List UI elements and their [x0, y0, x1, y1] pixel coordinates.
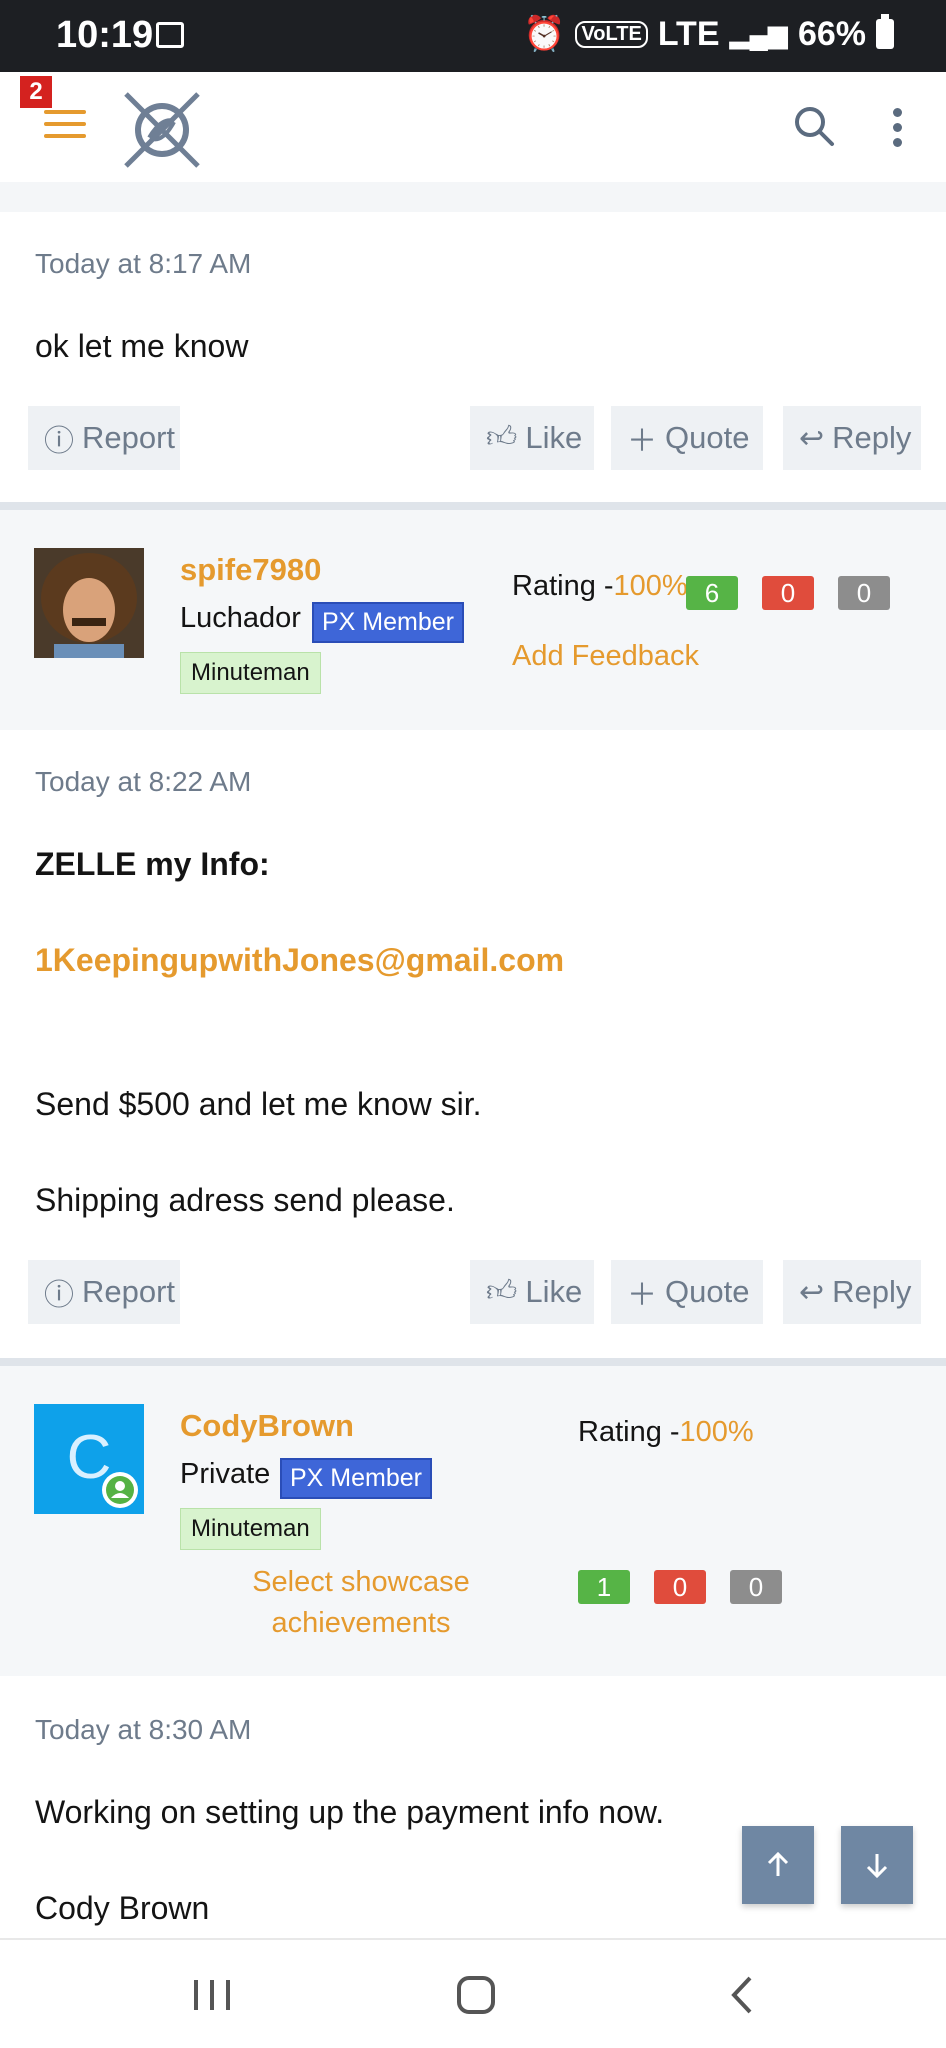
post-date[interactable]: Today at 8:22 AM [35, 766, 251, 798]
post-body: ok let me know [35, 328, 249, 364]
system-navigation-bar [0, 1938, 946, 2048]
post-line: Send $500 and let me know sir. [35, 1086, 482, 1122]
neutral-feedback-count[interactable]: 0 [730, 1570, 782, 1604]
post-heading: ZELLE my Info: [35, 846, 270, 882]
home-icon[interactable] [446, 1970, 506, 2020]
post-date[interactable]: Today at 8:30 AM [35, 1714, 251, 1746]
report-button[interactable]: ⓘ Report [28, 1260, 180, 1324]
network-type: LTE [657, 14, 720, 53]
status-icons: ⏰ VoLTE LTE ▂▄▆ 66% [523, 14, 894, 54]
rank-badge: Minuteman [180, 1508, 321, 1550]
thumbs-up-icon: 👍︎ [486, 421, 518, 454]
post-line: Working on setting up the payment info n… [35, 1794, 665, 1830]
px-member-badge: PX Member [280, 1458, 432, 1499]
alarm-icon: ⏰ [523, 15, 566, 53]
user-info-bar: spife7980 Luchador PX Member Minuteman R… [0, 510, 946, 730]
plus-icon: ＋ [627, 1279, 657, 1312]
signal-icon: ▂▄▆ [729, 18, 788, 49]
report-button[interactable]: ⓘ Report [28, 406, 180, 470]
username-link[interactable]: CodyBrown [180, 1408, 354, 1444]
reply-arrow-icon: ↩ [799, 1275, 825, 1309]
positive-feedback-count[interactable]: 6 [686, 576, 738, 610]
quote-button[interactable]: ＋ Quote [611, 1260, 763, 1324]
user-photo-icon [34, 548, 144, 658]
post-divider [0, 502, 946, 510]
online-status-icon [102, 1472, 138, 1508]
user-rating: Rating -100% [512, 570, 688, 602]
spacer [0, 182, 946, 212]
like-button[interactable]: 👍︎ Like [470, 406, 594, 470]
like-button[interactable]: 👍︎ Like [470, 1260, 594, 1324]
battery-percent: 66% [797, 14, 866, 53]
post-line: Cody Brown [35, 1890, 210, 1926]
select-showcase-link[interactable]: Select showcase achievements [180, 1562, 542, 1644]
hamburger-menu-button[interactable] [44, 110, 86, 144]
notification-count-badge: 2 [20, 76, 52, 108]
post-date[interactable]: Today at 8:17 AM [35, 248, 251, 280]
gallery-notification-icon [156, 22, 184, 48]
post-divider [0, 1358, 946, 1366]
user-info-bar: C CodyBrown Private PX Member Minuteman … [0, 1366, 946, 1676]
add-feedback-link[interactable]: Add Feedback [512, 640, 699, 673]
report-icon: ⓘ [44, 425, 74, 458]
negative-feedback-count[interactable]: 0 [762, 576, 814, 610]
avatar[interactable] [34, 548, 144, 658]
report-icon: ⓘ [44, 1279, 74, 1312]
positive-feedback-count[interactable]: 1 [578, 1570, 630, 1604]
arrow-up-icon [767, 1851, 789, 1876]
plus-icon: ＋ [627, 425, 657, 458]
quote-button[interactable]: ＋ Quote [611, 406, 763, 470]
site-logo-icon[interactable] [120, 88, 204, 172]
reply-button[interactable]: ↩ Reply [783, 406, 921, 470]
avatar[interactable]: C [34, 1404, 144, 1514]
px-member-badge: PX Member [312, 602, 464, 643]
user-title: Luchador [180, 602, 301, 634]
thumbs-up-icon: 👍︎ [486, 1275, 518, 1308]
status-time: 10:19 [56, 14, 154, 56]
email-link[interactable]: 1KeepingupwithJones@gmail.com [35, 942, 564, 979]
scroll-to-top-button[interactable] [742, 1826, 814, 1904]
user-title: Private [180, 1458, 271, 1490]
status-bar: 10:19 ⏰ VoLTE LTE ▂▄▆ 66% [0, 0, 946, 72]
negative-feedback-count[interactable]: 0 [654, 1570, 706, 1604]
recent-apps-icon[interactable] [182, 1970, 242, 2020]
post-line: Shipping adress send please. [35, 1182, 455, 1218]
more-options-icon[interactable] [890, 108, 904, 148]
app-header: 2 [0, 72, 946, 182]
reply-button[interactable]: ↩ Reply [783, 1260, 921, 1324]
back-icon[interactable] [712, 1970, 772, 2020]
search-icon[interactable] [790, 102, 840, 152]
volte-indicator: VoLTE [575, 20, 648, 48]
user-rating: Rating -100% [578, 1416, 754, 1448]
neutral-feedback-count[interactable]: 0 [838, 576, 890, 610]
reply-arrow-icon: ↩ [799, 421, 825, 455]
arrow-down-icon [866, 1854, 888, 1879]
username-link[interactable]: spife7980 [180, 552, 321, 588]
scroll-to-bottom-button[interactable] [841, 1826, 913, 1904]
rank-badge: Minuteman [180, 652, 321, 694]
battery-icon [876, 14, 894, 49]
